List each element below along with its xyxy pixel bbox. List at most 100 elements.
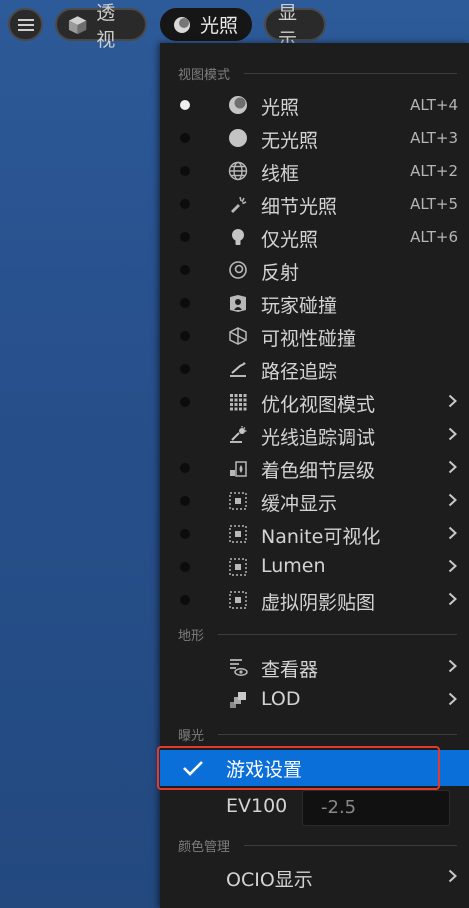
chevron-right-icon [448,427,457,441]
menu-item-reflections[interactable]: 反射 [160,253,469,286]
menu-item-label: 着色细节层级 [261,460,376,482]
show-button[interactable]: 显示 [264,2,326,51]
section-exposure-title: 曝光 [178,728,205,744]
menu-item-label: 优化视图模式 [261,394,376,416]
menu-item-label: LOD [261,688,301,710]
inactive-dot-icon [180,562,190,572]
ev100-label: EV100 [226,795,288,817]
chevron-right-icon [448,559,457,573]
inactive-dot-icon [180,529,190,539]
path-tracing-icon [228,359,248,379]
section-color-management: 颜色管理 [178,835,457,855]
reflection-icon [228,260,248,280]
lightbulb-icon [228,227,248,247]
menu-item-lumen[interactable]: Lumen [160,550,469,583]
viewer-icon [228,657,248,677]
section-view-mode-title: 视图模式 [178,67,231,83]
menu-item-wireframe[interactable]: 线框 ALT+2 [160,154,469,187]
menu-item-label: 反射 [261,262,300,284]
inactive-dot-icon [180,265,190,275]
menu-item-label: OCIO显示 [226,869,313,891]
menu-item-label: 虚拟阴影贴图 [261,592,376,614]
inactive-dot-icon [180,397,190,407]
shortcut-label: ALT+6 [410,228,458,246]
menu-item-ocio-display[interactable]: OCIO显示 [160,860,469,893]
unlit-sphere-icon [228,128,248,148]
lighting-label: 光照 [200,15,239,37]
shortcut-label: ALT+4 [410,96,458,114]
menu-item-lod[interactable]: LOD [160,683,469,716]
active-dot-icon [180,100,190,110]
inactive-dot-icon [180,331,190,341]
lod-icon [228,690,248,710]
chevron-right-icon [448,526,457,540]
main-menu-button[interactable] [8,8,43,41]
visibility-collision-icon [228,326,248,346]
section-landscape: 地形 [178,624,457,644]
menu-item-label: 仅光照 [261,229,319,251]
menu-item-label: 路径追踪 [261,361,338,383]
menu-item-virtual-shadow-map[interactable]: 虚拟阴影贴图 [160,583,469,616]
menu-item-label: 玩家碰撞 [261,295,338,317]
menu-item-nanite-visualization[interactable]: Nanite可视化 [160,517,469,550]
menu-item-lighting-only[interactable]: 仅光照 ALT+6 [160,220,469,253]
menu-item-label: 查看器 [261,659,319,681]
lighting-mode-button[interactable]: 光照 [160,8,252,41]
perspective-label: 透视 [96,1,116,51]
inactive-dot-icon [180,496,190,506]
section-view-mode: 视图模式 [178,63,457,83]
grid-icon [228,392,248,412]
chevron-right-icon [448,460,457,474]
ev100-input[interactable]: -2.5 [302,790,450,826]
nanite-icon [228,524,248,544]
menu-item-label: 细节光照 [261,196,338,218]
divider [218,733,457,735]
ray-tracing-debug-icon [228,425,248,445]
menu-item-label: 光照 [261,97,300,119]
wireframe-globe-icon [228,161,248,181]
chevron-right-icon [448,592,457,606]
inactive-dot-icon [180,199,190,209]
shortcut-label: ALT+5 [410,195,458,213]
menu-item-label: Nanite可视化 [261,526,381,548]
inactive-dot-icon [180,595,190,605]
chevron-right-icon [448,692,457,706]
divider [218,633,457,635]
menu-item-unlit[interactable]: 无光照 ALT+3 [160,121,469,154]
menu-item-shading-lod[interactable]: 着色细节层级 [160,451,469,484]
menu-item-path-tracing[interactable]: 路径追踪 [160,352,469,385]
section-color-management-title: 颜色管理 [178,839,231,855]
menu-item-optimization-view-modes[interactable]: 优化视图模式 [160,385,469,418]
shading-lod-icon [228,458,248,478]
menu-item-label: 无光照 [261,130,319,152]
chevron-right-icon [448,394,457,408]
menu-item-ray-tracing-debug[interactable]: 光线追踪调试 [160,418,469,451]
perspective-button[interactable]: 透视 [55,2,147,51]
lit-sphere-icon [174,16,190,33]
lumen-icon [228,557,248,577]
shortcut-label: ALT+2 [410,162,458,180]
cube-icon [68,15,87,34]
detail-lighting-icon [228,194,248,214]
menu-item-detail-lighting[interactable]: 细节光照 ALT+5 [160,187,469,220]
menu-item-lit[interactable]: 光照 ALT+4 [160,88,469,121]
menu-item-buffer-visualization[interactable]: 缓冲显示 [160,484,469,517]
shortcut-label: ALT+3 [410,129,458,147]
divider [244,72,457,74]
menu-item-viewer[interactable]: 查看器 [160,650,469,683]
menu-item-label: 缓冲显示 [261,493,338,515]
inactive-dot-icon [180,364,190,374]
hamburger-icon [17,18,34,31]
inactive-dot-icon [180,166,190,176]
ev100-row: EV100 -2.5 [160,786,469,832]
inactive-dot-icon [180,463,190,473]
chevron-right-icon [448,659,457,673]
menu-item-player-collision[interactable]: 玩家碰撞 [160,286,469,319]
inactive-dot-icon [180,298,190,308]
player-collision-icon [228,293,248,313]
chevron-right-icon [448,869,457,883]
buffer-icon [228,491,248,511]
menu-item-visibility-collision[interactable]: 可视性碰撞 [160,319,469,352]
menu-item-label: 线框 [261,163,300,185]
chevron-right-icon [448,493,457,507]
